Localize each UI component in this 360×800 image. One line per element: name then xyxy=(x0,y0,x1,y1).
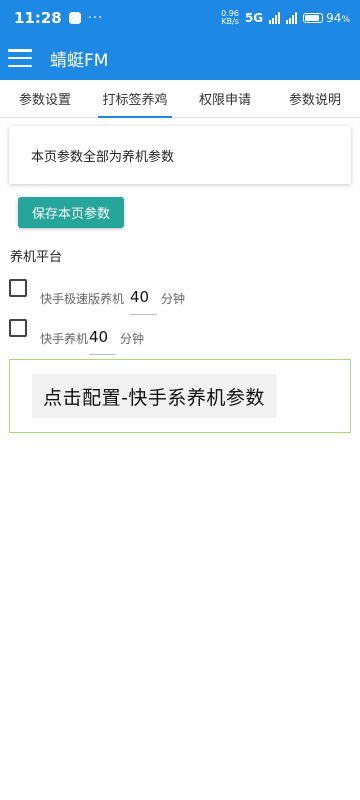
platform-row-kuaishou: 快手养机 40 分钟 xyxy=(0,316,360,355)
status-time: 11:28 xyxy=(14,9,62,27)
chat-notification-icon xyxy=(68,12,81,24)
kuaishou-input-underline xyxy=(89,354,116,355)
tab-params-settings[interactable]: 参数设置 xyxy=(0,80,90,117)
app-title: 蜻蜓FM xyxy=(50,50,109,71)
info-card: 本页参数全部为养机参数 xyxy=(9,126,351,184)
config-panel: 点击配置-快手系养机参数 xyxy=(9,359,351,433)
configure-kuaishou-params-button[interactable]: 点击配置-快手系养机参数 xyxy=(32,374,276,418)
tab-bar: 参数设置 打标签养鸡 权限申请 参数说明 xyxy=(0,80,360,118)
battery-indicator: 94% xyxy=(303,11,350,25)
info-card-text: 本页参数全部为养机参数 xyxy=(31,149,175,165)
kuaishou-speed-minutes-input[interactable]: 40 xyxy=(130,286,149,308)
platform-row-kuaishou-speed: 快手极速版养机 40 分钟 xyxy=(0,276,360,315)
status-right: 0.96 KB/s 5G 94% xyxy=(221,10,350,26)
status-left: 11:28 ··· xyxy=(14,9,103,27)
tab-permission-request[interactable]: 权限申请 xyxy=(180,80,270,117)
kuaishou-speed-checkbox[interactable] xyxy=(9,279,27,297)
kuaishou-unit: 分钟 xyxy=(120,332,145,346)
tab-tag-raising[interactable]: 打标签养鸡 xyxy=(90,80,180,118)
kuaishou-speed-label: 快手极速版养机 xyxy=(40,292,125,306)
battery-percent-suffix: % xyxy=(341,15,350,25)
kuaishou-speed-unit: 分钟 xyxy=(161,292,186,306)
more-notifications-icon: ··· xyxy=(87,10,104,26)
network-speed-unit: KB/s xyxy=(221,17,239,26)
tab-params-description[interactable]: 参数说明 xyxy=(270,80,360,117)
save-params-button[interactable]: 保存本页参数 xyxy=(18,197,124,228)
battery-percent-value: 94 xyxy=(326,11,342,25)
hamburger-menu-icon[interactable] xyxy=(8,49,32,67)
signal-icon xyxy=(269,12,281,24)
kuaishou-checkbox[interactable] xyxy=(9,319,27,337)
battery-percent: 94% xyxy=(326,11,350,25)
kuaishou-label: 快手养机 xyxy=(40,332,89,346)
battery-icon xyxy=(303,13,324,23)
kuaishou-speed-input-underline xyxy=(130,314,157,315)
status-bar: 11:28 ··· 0.96 KB/s 5G 94% xyxy=(0,0,360,36)
kuaishou-minutes-input[interactable]: 40 xyxy=(89,326,108,348)
network-type: 5G xyxy=(244,11,264,25)
battery-fill xyxy=(305,15,320,21)
app-bar: 蜻蜓FM xyxy=(0,36,360,80)
platform-section-label: 养机平台 xyxy=(10,250,63,265)
network-speed: 0.96 KB/s xyxy=(221,10,239,26)
signal-icon-2 xyxy=(286,12,298,24)
